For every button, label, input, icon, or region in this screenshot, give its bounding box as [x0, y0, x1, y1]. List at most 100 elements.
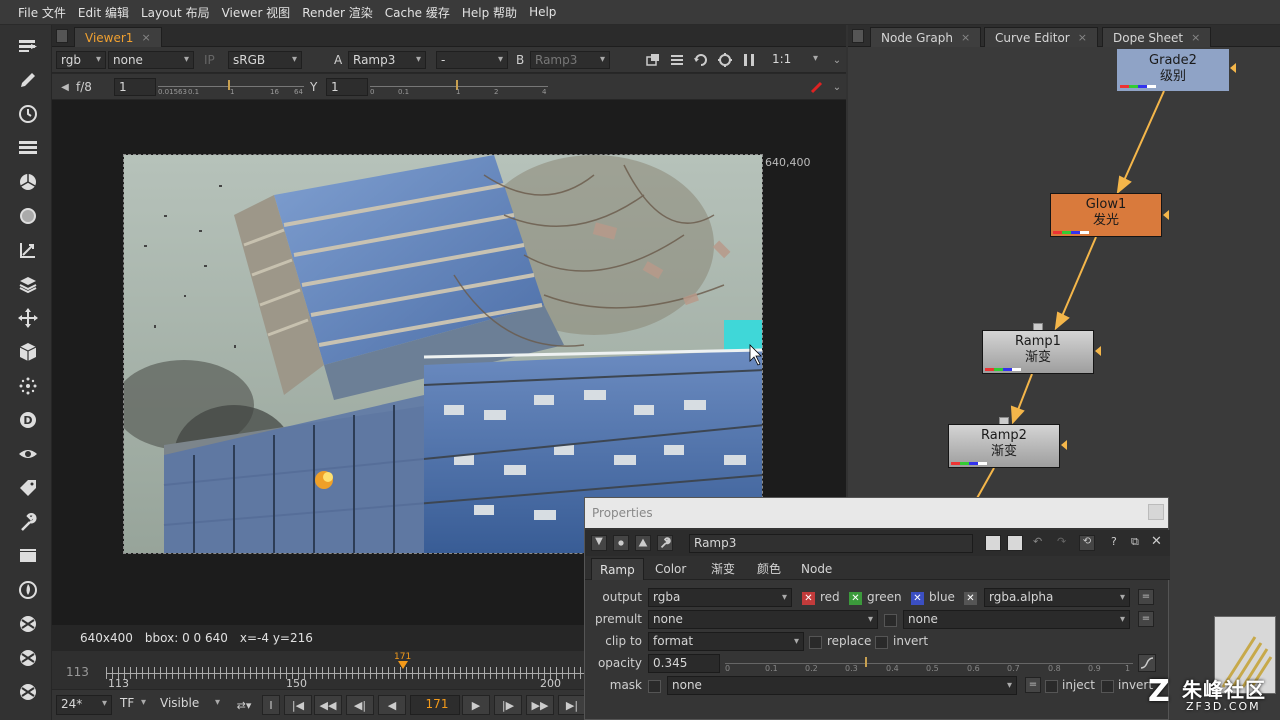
- viewer-toggle-icon[interactable]: [613, 535, 629, 551]
- clip-to-dropdown[interactable]: format: [648, 632, 804, 651]
- ocula3-icon[interactable]: [14, 678, 42, 706]
- in-point-icon[interactable]: I: [262, 695, 280, 715]
- refresh-icon[interactable]: [692, 51, 710, 69]
- node-ramp2[interactable]: Ramp2 渐变: [948, 424, 1060, 468]
- gamma-field[interactable]: 1: [326, 78, 368, 96]
- proxy-icon[interactable]: [716, 51, 734, 69]
- gain-field[interactable]: 1: [114, 78, 156, 96]
- ip-button[interactable]: IP: [204, 51, 215, 69]
- fstop-left-arrow-icon[interactable]: ◀: [56, 78, 74, 96]
- edit-icon[interactable]: [1007, 535, 1023, 551]
- node-glow1[interactable]: Glow1 发光: [1050, 193, 1162, 237]
- premult-dropdown[interactable]: none: [648, 610, 878, 629]
- tab-node[interactable]: Node: [793, 558, 840, 580]
- toolsets-icon[interactable]: [14, 508, 42, 536]
- timeline-start-field[interactable]: 113: [66, 665, 89, 679]
- current-frame-field[interactable]: 171: [410, 695, 460, 715]
- menu-help-cn[interactable]: Help 帮助: [456, 4, 523, 21]
- undo-icon[interactable]: ↶: [1033, 535, 1049, 551]
- help-icon[interactable]: ?: [1111, 535, 1125, 551]
- channel-icon[interactable]: [14, 134, 42, 162]
- green-channel-checkbox[interactable]: ✕: [849, 592, 862, 605]
- paint-brush-icon[interactable]: [808, 78, 826, 96]
- alpha-channel-dropdown[interactable]: none: [108, 51, 194, 69]
- collapse-icon[interactable]: ▼: [591, 535, 607, 551]
- curve-icon[interactable]: [1138, 654, 1156, 672]
- visibility-dropdown[interactable]: Visible: [156, 695, 224, 715]
- edit-icon[interactable]: [985, 535, 1001, 551]
- tab-color-cn[interactable]: 颜色: [749, 558, 789, 580]
- zoom-dropdown[interactable]: 1:1: [768, 51, 822, 69]
- keyer-icon[interactable]: [14, 236, 42, 264]
- gain-slider[interactable]: 0.01563 0.1 1 16 64: [158, 80, 304, 96]
- channels-dropdown[interactable]: rgb: [56, 51, 106, 69]
- lut-dropdown[interactable]: sRGB: [228, 51, 302, 69]
- menu-help[interactable]: Help: [523, 5, 562, 19]
- next-keyframe-icon[interactable]: ▶▶: [526, 695, 554, 715]
- mask-dropdown[interactable]: none: [667, 676, 1017, 695]
- filter-icon[interactable]: [14, 202, 42, 230]
- redo-icon[interactable]: ↷: [1057, 535, 1073, 551]
- deep-icon[interactable]: D: [14, 406, 42, 434]
- mask-checkbox[interactable]: [648, 680, 661, 693]
- red-channel-checkbox[interactable]: ✕: [802, 592, 815, 605]
- link-premult-button[interactable]: =: [1138, 611, 1154, 627]
- a-input-dropdown[interactable]: Ramp3: [348, 51, 426, 69]
- link-mask-button[interactable]: =: [1025, 677, 1041, 693]
- furnace-icon[interactable]: [14, 576, 42, 604]
- ocula2-icon[interactable]: [14, 644, 42, 672]
- menu-render[interactable]: Render 渲染: [296, 4, 379, 21]
- prev-keyframe-icon[interactable]: ◀◀: [314, 695, 342, 715]
- playhead[interactable]: [398, 661, 408, 669]
- tab-ramp-cn[interactable]: 渐变: [703, 558, 743, 580]
- next-frame-icon[interactable]: |▶: [494, 695, 522, 715]
- output-dropdown[interactable]: rgba: [648, 588, 792, 607]
- play-forward-icon[interactable]: ▶: [462, 695, 490, 715]
- metadata-icon[interactable]: [14, 474, 42, 502]
- roi-icon[interactable]: [644, 51, 662, 69]
- compare-mode-dropdown[interactable]: -: [436, 51, 508, 69]
- draw-icon[interactable]: [14, 66, 42, 94]
- image-read-icon[interactable]: [14, 32, 42, 60]
- node-name-field[interactable]: Ramp3: [689, 534, 973, 553]
- opacity-field[interactable]: 0.345: [648, 654, 720, 673]
- node-color-icon[interactable]: [635, 535, 651, 551]
- alpha-channel-checkbox[interactable]: ✕: [964, 592, 977, 605]
- particles-icon[interactable]: [14, 372, 42, 400]
- play-backward-icon[interactable]: ◀: [378, 695, 406, 715]
- replace-checkbox[interactable]: [809, 636, 822, 649]
- premult-channel-dropdown[interactable]: none: [903, 610, 1130, 629]
- tab-ramp[interactable]: Ramp: [591, 558, 644, 580]
- float-icon[interactable]: ⧉: [1131, 535, 1145, 551]
- tab-color[interactable]: Color: [647, 558, 694, 580]
- properties-title-bar[interactable]: Properties: [585, 498, 1168, 528]
- close-icon[interactable]: ×: [141, 31, 150, 44]
- chevron-down-icon[interactable]: ⌄: [828, 78, 846, 96]
- views-icon[interactable]: [14, 440, 42, 468]
- chevron-down-icon[interactable]: ⌄: [828, 51, 846, 69]
- color-icon[interactable]: [14, 168, 42, 196]
- wrench-icon[interactable]: [657, 535, 673, 551]
- b-input-dropdown[interactable]: Ramp3: [530, 51, 610, 69]
- node-ramp1[interactable]: Ramp1 渐变: [982, 330, 1094, 374]
- blue-channel-checkbox[interactable]: ✕: [911, 592, 924, 605]
- alpha-channel-dropdown[interactable]: rgba.alpha: [984, 588, 1130, 607]
- clipping-icon[interactable]: [668, 51, 686, 69]
- prev-frame-icon[interactable]: ◀|: [346, 695, 374, 715]
- menu-layout[interactable]: Layout 布局: [135, 4, 216, 21]
- time-icon[interactable]: [14, 100, 42, 128]
- merge-icon[interactable]: [14, 270, 42, 298]
- panel-grip[interactable]: [56, 29, 68, 43]
- fps-dropdown[interactable]: 24*: [56, 695, 112, 715]
- node-grade2[interactable]: Grade2 级别: [1117, 49, 1229, 91]
- link-channels-button[interactable]: =: [1138, 589, 1154, 605]
- time-format-dropdown[interactable]: TF: [116, 695, 150, 715]
- revert-icon[interactable]: ⟲: [1079, 535, 1095, 551]
- inject-checkbox[interactable]: [1045, 680, 1058, 693]
- mask-invert-checkbox[interactable]: [1101, 680, 1114, 693]
- menu-cache[interactable]: Cache 缓存: [379, 4, 456, 21]
- tab-viewer1[interactable]: Viewer1 ×: [74, 27, 162, 47]
- transform-icon[interactable]: [14, 304, 42, 332]
- invert-checkbox[interactable]: [875, 636, 888, 649]
- gamma-slider[interactable]: 0 0.1 1 2 4: [370, 80, 548, 96]
